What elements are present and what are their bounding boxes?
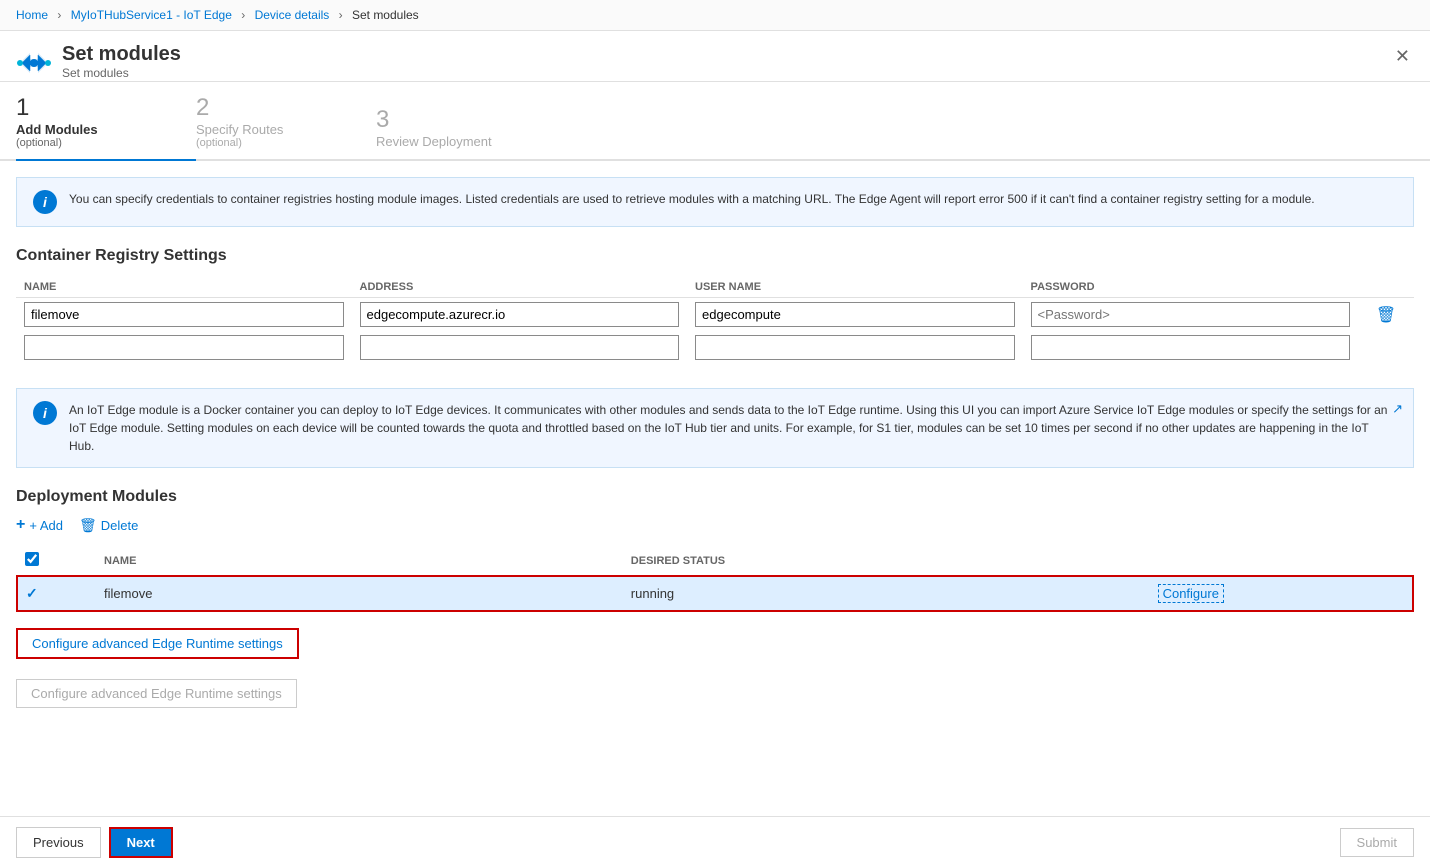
col-header-name: NAME — [16, 277, 352, 298]
azure-iot-edge-icon — [16, 45, 52, 81]
info-text-1: You can specify credentials to container… — [69, 190, 1315, 208]
breadcrumb-current: Set modules — [352, 8, 419, 22]
registry-delete-cell-2 — [1358, 331, 1414, 364]
registry-row-2 — [16, 331, 1414, 364]
page-title: Set modules — [62, 43, 181, 66]
wizard-steps: 1 Add Modules (optional) 2 Specify Route… — [0, 82, 1430, 161]
step-1-active-bar — [16, 159, 196, 161]
module-check-cell-1: ✓ — [17, 576, 96, 611]
registry-table: NAME ADDRESS USER NAME PASSWORD — [16, 277, 1414, 364]
configure-advanced-disabled: Configure advanced Edge Runtime settings — [16, 679, 297, 708]
modules-table: NAME DESIRED STATUS ✓ filemove running C… — [16, 546, 1414, 612]
page-subtitle: Set modules — [62, 66, 181, 80]
module-configure-cell-1: Configure — [1150, 576, 1413, 611]
registry-address-input-2[interactable] — [360, 335, 680, 360]
breadcrumb-home[interactable]: Home — [16, 8, 48, 22]
info-icon-1: i — [33, 190, 57, 214]
modules-col-desired: DESIRED STATUS — [623, 546, 1150, 576]
breadcrumb: Home › MyIoTHubService1 - IoT Edge › Dev… — [0, 0, 1430, 31]
add-label: + Add — [29, 518, 63, 533]
step-3-label: Review Deployment — [376, 134, 492, 149]
registry-password-cell-1 — [1023, 298, 1359, 332]
step-3-number: 3 — [376, 106, 389, 134]
registry-delete-btn-1[interactable]: 🗑 — [1374, 303, 1398, 327]
registry-username-input-1[interactable] — [695, 302, 1015, 327]
deployment-modules-title: Deployment Modules — [16, 488, 1414, 506]
col-header-address: ADDRESS — [352, 277, 688, 298]
registry-address-input-1[interactable] — [360, 302, 680, 327]
registry-password-input-2[interactable] — [1031, 335, 1351, 360]
select-all-checkbox[interactable] — [25, 552, 39, 566]
module-desired-1: running — [631, 586, 674, 601]
module-row-1: ✓ filemove running Configure — [17, 576, 1413, 611]
step-2-label: Specify Routes — [196, 122, 283, 137]
add-icon: + — [16, 516, 25, 534]
wizard-step-3[interactable]: 3 Review Deployment — [376, 106, 556, 159]
deployment-actions: + + Add 🗑 Delete — [16, 516, 1414, 534]
info-icon-2: i — [33, 401, 57, 425]
delete-icon: 🗑 — [79, 517, 97, 534]
modules-col-name: NAME — [96, 546, 623, 576]
step-1-sub: (optional) — [16, 137, 62, 149]
info-text-2: An IoT Edge module is a Docker container… — [69, 401, 1397, 455]
col-header-username: USER NAME — [687, 277, 1023, 298]
delete-label: Delete — [101, 518, 139, 533]
close-button[interactable]: ✕ — [1391, 43, 1414, 69]
step-1-label: Add Modules — [16, 122, 98, 137]
module-name-1: filemove — [104, 586, 152, 601]
registry-password-cell-2 — [1023, 331, 1359, 364]
previous-button[interactable]: Previous — [16, 827, 101, 858]
registry-name-cell-2 — [16, 331, 352, 364]
footer: Previous Next Submit — [0, 816, 1430, 868]
registry-name-input-2[interactable] — [24, 335, 344, 360]
wizard-step-2[interactable]: 2 Specify Routes (optional) — [196, 94, 376, 159]
configure-advanced-button[interactable]: Configure advanced Edge Runtime settings — [16, 628, 299, 659]
page-header: Set modules Set modules ✕ — [0, 31, 1430, 82]
delete-module-button[interactable]: 🗑 Delete — [79, 517, 138, 534]
registry-name-input-1[interactable] — [24, 302, 344, 327]
modules-header-row: NAME DESIRED STATUS — [17, 546, 1413, 576]
module-configure-link-1[interactable]: Configure — [1158, 584, 1224, 603]
info-box-2: i An IoT Edge module is a Docker contain… — [16, 388, 1414, 468]
registry-password-input-1[interactable] — [1031, 302, 1351, 327]
main-content: i You can specify credentials to contain… — [0, 161, 1430, 829]
wizard-step-1[interactable]: 1 Add Modules (optional) — [16, 94, 196, 159]
registry-name-cell-1 — [16, 298, 352, 332]
info-external-link[interactable]: ↗ — [1392, 399, 1403, 419]
step-2-sub: (optional) — [196, 137, 242, 149]
registry-address-cell-1 — [352, 298, 688, 332]
footer-nav: Previous Next — [16, 827, 173, 858]
registry-username-cell-2 — [687, 331, 1023, 364]
registry-address-cell-2 — [352, 331, 688, 364]
info-box-1: i You can specify credentials to contain… — [16, 177, 1414, 227]
col-header-action — [1358, 277, 1414, 298]
container-registry-title: Container Registry Settings — [16, 247, 1414, 265]
registry-username-cell-1 — [687, 298, 1023, 332]
step-2-number: 2 — [196, 94, 209, 122]
module-desired-cell-1: running — [623, 576, 1150, 611]
submit-button[interactable]: Submit — [1340, 828, 1414, 857]
add-module-button[interactable]: + + Add — [16, 516, 63, 534]
col-header-password: PASSWORD — [1023, 277, 1359, 298]
next-button[interactable]: Next — [109, 827, 173, 858]
modules-col-check — [17, 546, 96, 576]
module-name-cell-1: filemove — [96, 576, 623, 611]
breadcrumb-iothub[interactable]: MyIoTHubService1 - IoT Edge — [71, 8, 232, 22]
step-1-number: 1 — [16, 94, 29, 122]
modules-col-configure — [1150, 546, 1413, 576]
module-checkmark-1: ✓ — [26, 585, 38, 601]
breadcrumb-device[interactable]: Device details — [255, 8, 330, 22]
registry-row-1: 🗑 — [16, 298, 1414, 332]
registry-delete-cell-1: 🗑 — [1358, 298, 1414, 332]
registry-username-input-2[interactable] — [695, 335, 1015, 360]
